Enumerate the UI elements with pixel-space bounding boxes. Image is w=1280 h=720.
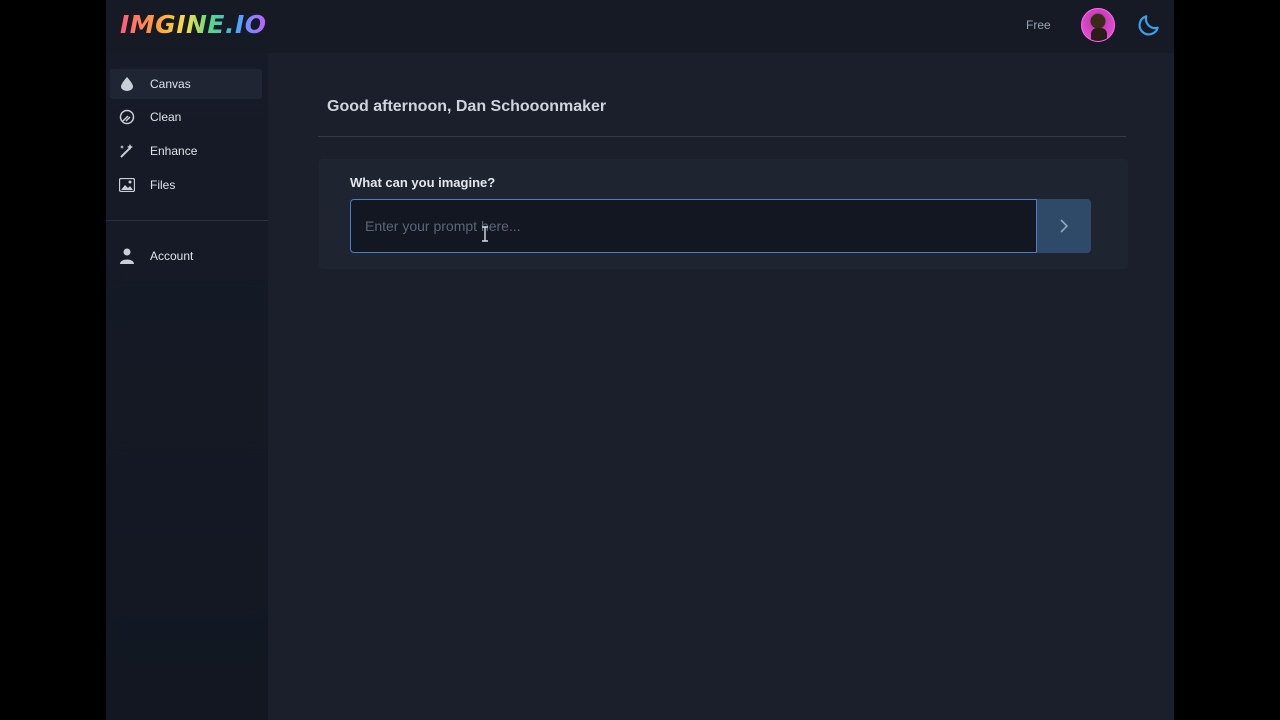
moon-icon[interactable] <box>1136 12 1162 38</box>
main-content: Good afternoon, Dan Schooonmaker What ca… <box>268 53 1174 720</box>
sidebar-item-label: Enhance <box>150 144 198 158</box>
logo[interactable]: IMGINE.IO <box>120 9 267 41</box>
sidebar-item-label: Canvas <box>150 77 191 91</box>
image-icon <box>118 176 136 194</box>
app-window: IMGINE.IO Free Canvas Clean Enhance File… <box>106 0 1174 720</box>
sidebar-item-clean[interactable]: Clean <box>110 102 262 132</box>
sidebar-item-files[interactable]: Files <box>110 170 262 200</box>
plan-badge: Free <box>1026 18 1051 32</box>
droplet-icon <box>118 75 136 93</box>
sidebar-item-label: Files <box>150 178 176 192</box>
sidebar-item-account[interactable]: Account <box>110 241 262 271</box>
sidebar-divider <box>106 220 268 221</box>
user-avatar[interactable] <box>1081 8 1115 42</box>
sidebar: Canvas Clean Enhance Files Account <box>106 53 268 720</box>
greeting-heading: Good afternoon, Dan Schooonmaker <box>327 98 607 115</box>
sidebar-item-label: Account <box>150 249 194 263</box>
top-bar: IMGINE.IO Free <box>106 0 1174 53</box>
user-icon <box>118 247 136 265</box>
prompt-card: What can you imagine? <box>319 159 1128 269</box>
sidebar-item-enhance[interactable]: Enhance <box>110 136 262 166</box>
prompt-input[interactable] <box>350 199 1037 253</box>
divider <box>318 136 1126 137</box>
sidebar-item-label: Clean <box>150 110 182 124</box>
sidebar-item-canvas[interactable]: Canvas <box>110 69 262 99</box>
chevron-right-icon <box>1060 219 1069 233</box>
prompt-label: What can you imagine? <box>350 175 496 190</box>
magic-wand-icon <box>118 142 136 160</box>
submit-button[interactable] <box>1037 199 1091 253</box>
text-cursor-icon <box>482 226 488 242</box>
eraser-icon <box>118 108 136 126</box>
